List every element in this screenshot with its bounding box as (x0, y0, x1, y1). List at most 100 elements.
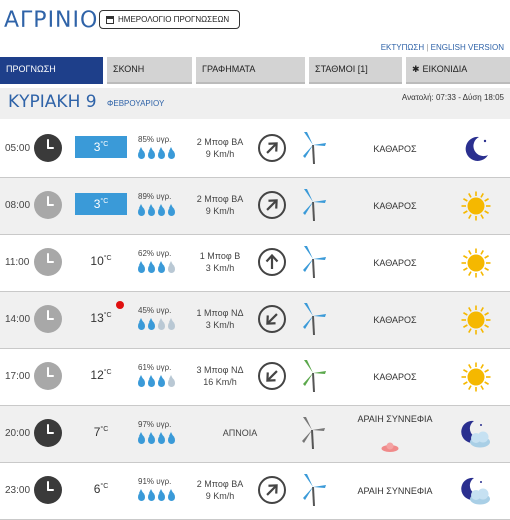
moon-cloud-icon (460, 475, 492, 507)
temperature: 10°C (90, 254, 112, 268)
temperature: 13°C (90, 311, 112, 325)
temperature: 3°C (75, 193, 127, 215)
drop-icon (168, 147, 175, 159)
cloud-icon (381, 439, 399, 452)
sky-condition: ΑΡΑΙΗ ΣΥΝΝΕΦΙΑ (357, 486, 433, 496)
sky-condition: ΚΑΘΑΡΟΣ (373, 144, 417, 154)
wind-speed: 9 Km/h (205, 206, 235, 216)
wind-beaufort: 3 Μποφ ΝΔ (196, 365, 244, 375)
drop-icon (138, 318, 145, 330)
wind-beaufort: 2 Μποφ ΒΑ (196, 137, 244, 147)
drop-icon (138, 375, 145, 387)
drop-icon (138, 261, 145, 273)
humidity-drops (138, 147, 175, 159)
drop-icon (138, 489, 145, 501)
moon-cloud-icon (460, 418, 492, 450)
drop-icon (158, 204, 165, 216)
forecast-row: 14:00 13°C 45% υγρ. 1 Μποφ ΝΔ 3 Km/h ΚΑΘΑΡΟΣ (0, 292, 510, 349)
forecast-time: 05:00 (5, 143, 31, 154)
temperature: 6°C (93, 482, 109, 496)
drop-icon (168, 318, 175, 330)
wind-info: 1 Μποφ Β 3 Km/h (185, 250, 255, 274)
drop-icon (158, 261, 165, 273)
tab-forecast[interactable]: ΠΡΟΓΝΩΣΗ (0, 57, 103, 84)
forecast-row: 23:00 6°C 91% υγρ. 2 Μποφ ΒΑ 9 Km/h ΑΡΑΙΗ ΣΥΝ… (0, 463, 510, 520)
drop-icon (158, 489, 165, 501)
wind-direction-arrow-icon (258, 134, 286, 162)
sunrise-sunset: Ανατολή: 07:33 - Δύση 18:05 (401, 93, 504, 102)
wind-direction-arrow-icon (258, 191, 286, 219)
clock-icon (34, 248, 62, 276)
drop-icon (168, 261, 175, 273)
header: ΑΓΡΙΝΙΟ ΗΜΕΡΟΛΟΓΙΟ ΠΡΟΓΝΩΣΕΩΝ ΕΚΤΥΠΩΣΗ |… (0, 0, 510, 56)
drop-icon (168, 204, 175, 216)
drop-icon (148, 432, 155, 444)
english-version-link[interactable]: ENGLISH VERSION (431, 43, 504, 52)
sky-condition: ΚΑΘΑΡΟΣ (373, 201, 417, 211)
humidity: 89% υγρ. (138, 192, 172, 201)
humidity: 62% υγρ. (138, 249, 172, 258)
humidity-drops (138, 318, 175, 330)
wind-turbine-icon (297, 416, 327, 450)
wind-turbine-icon (298, 131, 328, 165)
clock-icon (34, 134, 62, 162)
wind-turbine-icon (298, 188, 328, 222)
humidity-drops (138, 261, 175, 273)
drop-icon (148, 261, 155, 273)
print-link[interactable]: ΕΚΤΥΠΩΣΗ (381, 43, 424, 52)
forecast-time: 08:00 (5, 200, 31, 211)
drop-icon (148, 147, 155, 159)
drop-icon (168, 489, 175, 501)
tab-icons[interactable]: ✱ ΕΙΚΟΝΙΔΙΑ (406, 57, 510, 84)
forecast-time: 20:00 (5, 428, 31, 439)
clock-icon (34, 305, 62, 333)
tab-forecast-label: ΠΡΟΓΝΩΣΗ (6, 64, 56, 74)
wind-info: 3 Μποφ ΝΔ 16 Km/h (185, 364, 255, 388)
wind-beaufort: 1 Μποφ Β (199, 251, 241, 261)
wind-info: 2 Μποφ ΒΑ 9 Km/h (185, 193, 255, 217)
wind-info: 1 Μποφ ΝΔ 3 Km/h (185, 307, 255, 331)
sun-icon (460, 190, 492, 222)
tab-icons-label: ΕΙΚΟΝΙΔΙΑ (422, 64, 468, 74)
forecast-row: 05:00 3°C 85% υγρ. 2 Μποφ ΒΑ 9 Km/h ΚΑΘΑΡΟΣ (0, 121, 510, 178)
day-header: ΚΥΡΙΑΚΗ 9 ΦΕΒΡΟΥΑΡΙΟΥ Ανατολή: 07:33 - Δ… (0, 88, 510, 119)
wind-beaufort: 2 Μποφ ΒΑ (196, 479, 244, 489)
sky-condition: ΚΑΘΑΡΟΣ (373, 315, 417, 325)
tab-dust-label: ΣΚΟΝΗ (113, 64, 145, 74)
humidity-drops (138, 489, 175, 501)
sky-condition: ΚΑΘΑΡΟΣ (373, 372, 417, 382)
sun-icon (460, 247, 492, 279)
wind-turbine-icon (298, 359, 328, 393)
header-links: ΕΚΤΥΠΩΣΗ | ENGLISH VERSION (381, 43, 504, 52)
drop-icon (168, 375, 175, 387)
drop-icon (148, 489, 155, 501)
humidity: 97% υγρ. (138, 420, 172, 429)
sky-condition: ΚΑΘΑΡΟΣ (373, 258, 417, 268)
calendar-icon (106, 15, 114, 24)
tab-stations[interactable]: ΣΤΑΘΜΟΙ [1] (309, 57, 402, 84)
humidity-drops (138, 375, 175, 387)
tab-charts[interactable]: ΓΡΑΦΗΜΑΤΑ (196, 57, 305, 84)
wind-calm: ΑΠΝΟΙΑ (222, 428, 258, 438)
drop-icon (158, 318, 165, 330)
moon-icon (460, 133, 492, 165)
forecast-row: 20:00 7°C 97% υγρ. ΑΠΝΟΙΑ ΑΡΑΙΗ ΣΥΝΝΕΦΙΑ (0, 406, 510, 463)
max-temperature-dot (116, 301, 124, 309)
temperature: 12°C (90, 368, 112, 382)
day-month: ΦΕΒΡΟΥΑΡΙΟΥ (107, 99, 165, 108)
drop-icon (148, 204, 155, 216)
tab-dust[interactable]: ΣΚΟΝΗ (107, 57, 192, 84)
drop-icon (158, 432, 165, 444)
drop-icon (148, 318, 155, 330)
forecast-calendar-button[interactable]: ΗΜΕΡΟΛΟΓΙΟ ΠΡΟΓΝΩΣΕΩΝ (99, 10, 240, 29)
drop-icon (158, 147, 165, 159)
wind-speed: 9 Km/h (205, 491, 235, 501)
temperature: 3°C (75, 136, 127, 158)
forecast-time: 23:00 (5, 485, 31, 496)
forecast-row: 11:00 10°C 62% υγρ. 1 Μποφ Β 3 Km/h ΚΑΘΑΡΟΣ (0, 235, 510, 292)
drop-icon (138, 432, 145, 444)
wind-turbine-icon (298, 473, 328, 507)
day-name: ΚΥΡΙΑΚΗ 9 (8, 92, 97, 112)
drop-icon (138, 147, 145, 159)
humidity-drops (138, 432, 175, 444)
